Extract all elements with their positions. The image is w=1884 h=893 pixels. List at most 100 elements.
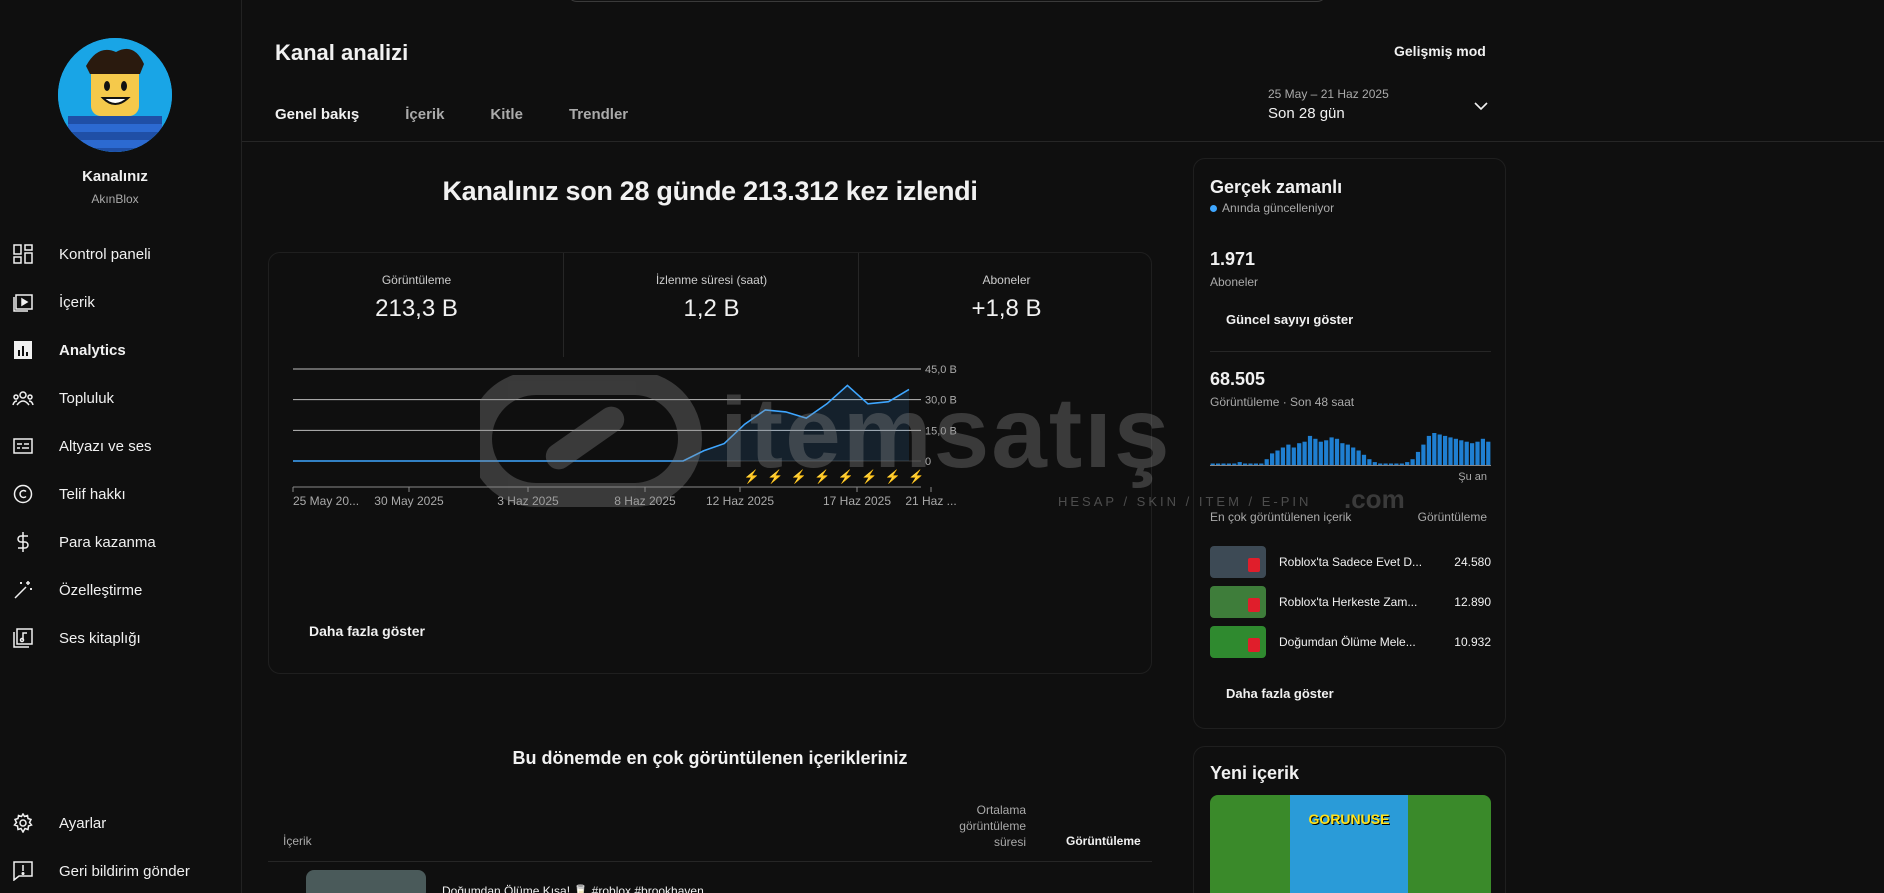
sidebar-item-monetization[interactable]: Para kazanma: [0, 518, 242, 566]
date-range-text: 25 May – 21 Haz 2025: [1268, 87, 1389, 101]
show-live-count-button[interactable]: Güncel sayıyı göster: [1226, 312, 1353, 327]
sidebar-item-content[interactable]: İçerik: [0, 278, 242, 326]
shorts-icon: [1248, 598, 1260, 612]
sidebar-bottom-nav: Ayarlar Geri bildirim gönder: [0, 799, 242, 893]
list-item[interactable]: Roblox'ta Sadece Evet D... 24.580: [1210, 546, 1491, 578]
live-dot-icon: [1210, 204, 1217, 212]
x-tick-label: 12 Haz 2025: [706, 494, 774, 508]
video-thumbnail: [1210, 586, 1266, 618]
realtime-bar: [1297, 443, 1302, 465]
thumbnail-text: GORUNUSE: [1308, 811, 1390, 827]
x-tick-label: 25 May 20...: [293, 494, 359, 508]
realtime-title: Gerçek zamanlı: [1210, 177, 1343, 197]
new-content-card: Yeni içerik GORUNUSE: [1193, 746, 1506, 893]
realtime-bar: [1248, 463, 1253, 465]
column-header-content: İçerik: [283, 834, 312, 848]
realtime-bar: [1275, 450, 1280, 465]
realtime-bar: [1253, 463, 1258, 465]
realtime-bar: [1270, 453, 1275, 465]
video-thumbnail[interactable]: [306, 870, 426, 893]
list-item[interactable]: Doğumdan Ölüme Mele... 10.932: [1210, 626, 1491, 658]
realtime-views-count: 68.505: [1210, 369, 1266, 389]
sidebar-item-label: Telif hakkı: [59, 485, 126, 503]
realtime-bar: [1367, 459, 1372, 465]
search-bar[interactable]: [567, 0, 1327, 2]
realtime-bar: [1405, 462, 1410, 465]
sidebar-item-feedback[interactable]: Geri bildirim gönder: [0, 847, 242, 893]
realtime-bar: [1226, 463, 1231, 465]
sidebar-item-copyright[interactable]: Telif hakkı: [0, 470, 242, 518]
divider: [1210, 351, 1491, 352]
video-title[interactable]: Doğumdan Ölüme Kısa! 🥛 #roblox #brookhav…: [442, 884, 704, 893]
realtime-bar: [1345, 444, 1350, 465]
realtime-bar: [1410, 459, 1415, 465]
sidebar-item-settings[interactable]: Ayarlar: [0, 799, 242, 847]
tab-overview[interactable]: Genel bakış: [275, 106, 359, 133]
realtime-bar: [1388, 463, 1394, 465]
sidebar-item-label: İçerik: [59, 293, 95, 311]
audio-library-icon: [12, 627, 34, 649]
date-range-label: Son 28 gün: [1268, 105, 1345, 122]
metric-views[interactable]: Görüntüleme 213,3 B: [269, 253, 564, 359]
realtime-bar: [1399, 463, 1404, 465]
column-header-line: süresi: [993, 835, 1026, 849]
realtime-bar: [1291, 447, 1296, 465]
subscriber-label: Aboneler: [1210, 275, 1259, 289]
community-icon: [12, 387, 34, 409]
column-header-avg-duration[interactable]: Ortalama görüntüleme süresi: [940, 802, 1026, 850]
show-more-button[interactable]: Daha fazla göster: [309, 623, 425, 639]
sidebar-item-label: Altyazı ve ses: [59, 437, 152, 455]
realtime-bar: [1243, 463, 1248, 465]
video-thumbnail: [1210, 546, 1266, 578]
realtime-bar: [1286, 444, 1291, 465]
metric-label: Aboneler: [982, 273, 1031, 287]
metric-label: Görüntüleme: [381, 273, 452, 287]
sidebar-item-community[interactable]: Topluluk: [0, 374, 242, 422]
sidebar-item-subtitles[interactable]: Altyazı ve ses: [0, 422, 242, 470]
realtime-live-text: Anında güncelleniyor: [1222, 201, 1335, 215]
x-tick-label: 21 Haz ...: [905, 494, 956, 508]
sidebar-item-label: Ayarlar: [59, 814, 107, 832]
channel-avatar[interactable]: [58, 38, 172, 152]
gear-icon: [12, 812, 34, 834]
realtime-card: Gerçek zamanlı Anında güncelleniyor 1.97…: [1193, 158, 1506, 729]
list-item-count: 10.932: [1454, 635, 1491, 649]
realtime-bar: [1361, 454, 1367, 465]
thumbnail-center: [1290, 795, 1408, 893]
realtime-bar: [1216, 463, 1221, 465]
sidebar-item-customization[interactable]: Özelleştirme: [0, 566, 242, 614]
list-item[interactable]: Roblox'ta Herkeste Zam... 12.890: [1210, 586, 1491, 618]
y-tick-label: 45,0 B: [925, 364, 957, 376]
realtime-bar: [1486, 441, 1491, 465]
tab-content[interactable]: İçerik: [405, 106, 444, 133]
copyright-icon: [12, 483, 34, 505]
sidebar-item-analytics[interactable]: Analytics: [0, 326, 242, 374]
metric-subscribers[interactable]: Aboneler +1,8 B: [859, 253, 1154, 359]
header-divider: [242, 141, 1884, 142]
sidebar-item-audio-library[interactable]: Ses kitaplığı: [0, 614, 242, 662]
realtime-bar: [1448, 437, 1453, 465]
list-item-title: Doğumdan Ölüme Mele...: [1279, 635, 1416, 649]
show-more-button[interactable]: Daha fazla göster: [1226, 686, 1334, 701]
new-content-thumbnail[interactable]: GORUNUSE: [1210, 795, 1491, 893]
tab-trends[interactable]: Trendler: [569, 106, 628, 133]
sidebar-item-dashboard[interactable]: Kontrol paneli: [0, 230, 242, 278]
analytics-icon: [12, 339, 34, 361]
realtime-bar: [1383, 463, 1388, 465]
realtime-bar: [1210, 463, 1215, 465]
list-item-count: 12.890: [1454, 595, 1491, 609]
realtime-bar-chart[interactable]: [1210, 429, 1491, 469]
column-header-views[interactable]: Görüntüleme: [1066, 834, 1141, 848]
metric-watch-time[interactable]: İzlenme süresi (saat) 1,2 B: [564, 253, 859, 359]
sidebar-nav: Kontrol paneli İçerik Analytics Topluluk…: [0, 230, 242, 662]
tab-audience[interactable]: Kitle: [490, 106, 523, 133]
feedback-icon: [12, 860, 34, 882]
realtime-bar: [1459, 440, 1464, 465]
new-content-title: Yeni içerik: [1210, 763, 1300, 783]
realtime-bar: [1232, 463, 1237, 465]
advanced-mode-button[interactable]: Gelişmiş mod: [1394, 43, 1486, 59]
list-item-title: Roblox'ta Herkeste Zam...: [1279, 595, 1418, 609]
column-header-line: görüntüleme: [959, 819, 1026, 833]
x-tick-label: 8 Haz 2025: [614, 494, 676, 508]
metric-value: 1,2 B: [683, 295, 740, 322]
